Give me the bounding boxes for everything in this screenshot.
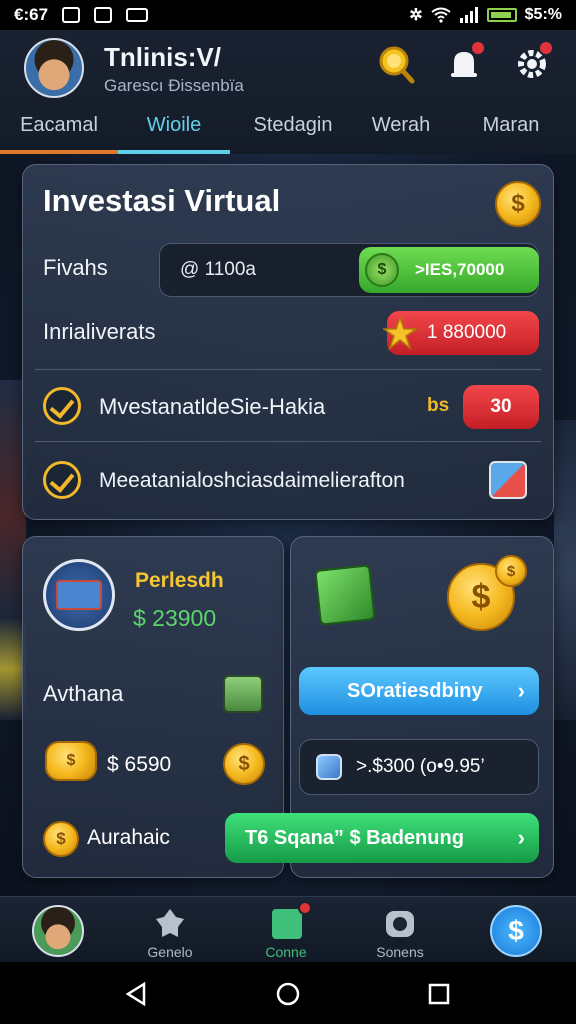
fivahs-balance-badge[interactable]: $ >IES,70000 xyxy=(359,247,539,293)
notification-badge xyxy=(470,40,486,56)
tab-underline xyxy=(0,150,118,154)
tab-werah[interactable]: Werah xyxy=(356,112,446,154)
initial-value: 1 880000 xyxy=(427,322,507,343)
row3-text: MvestanatldeSie-Hakia xyxy=(99,394,326,419)
recents-icon[interactable] xyxy=(428,983,450,1005)
tab-eacamal[interactable]: Eacamal xyxy=(0,112,118,154)
nav-profile[interactable] xyxy=(8,897,108,963)
nav-badge xyxy=(298,901,312,915)
tab-wioile[interactable]: Wioile xyxy=(118,112,230,154)
cash-box-icon xyxy=(223,675,263,713)
perlesdh-amount: $ 23900 xyxy=(133,605,217,631)
nav-conne[interactable]: Conne xyxy=(236,897,336,963)
tab-underline-active xyxy=(118,150,230,154)
nav-label: Genelo xyxy=(147,944,193,960)
coin-stack-icon: $ xyxy=(45,741,97,781)
home-icon[interactable] xyxy=(276,982,300,1006)
aurahaic-label: Aurahaic xyxy=(87,826,170,849)
search-icon xyxy=(379,46,415,84)
avatar xyxy=(32,905,84,957)
bottom-navigation: Genelo Conne Sonens $ xyxy=(0,896,576,962)
media-icon xyxy=(94,7,113,23)
small-coin-icon: $ xyxy=(495,555,527,587)
cube-icon xyxy=(316,754,342,780)
perlesdh-title: Perlesdh xyxy=(135,569,224,592)
tab-label: Maran xyxy=(482,114,540,136)
fivahs-label: Fivahs xyxy=(43,255,108,280)
tab-label: Stedagin xyxy=(253,114,333,136)
dollar-icon: $ xyxy=(490,905,542,957)
top-tabs: Eacamal Wioile Stedagin Werah Maran xyxy=(0,112,576,154)
row-divider xyxy=(35,441,541,442)
status-bar: €:67 ✲ $5:% xyxy=(0,0,576,30)
tab-stedagin[interactable]: Stedagin xyxy=(230,112,356,154)
tab-maran[interactable]: Maran xyxy=(446,112,576,154)
treasure-chest-icon xyxy=(43,559,115,631)
fivahs-badge-value: >IES,70000 xyxy=(415,260,505,279)
money-crate-icon xyxy=(314,564,376,626)
row4-text: Meeatanialoshciasdaimelierafton xyxy=(99,469,405,492)
settings-button[interactable] xyxy=(512,40,554,84)
initial-value-badge[interactable]: 1 880000 xyxy=(383,311,539,355)
dollar-coin-icon: $ xyxy=(365,253,399,287)
search-button[interactable] xyxy=(376,44,416,84)
info-text: >.$300 (o•9.95’ xyxy=(356,756,485,777)
player-subtitle: Garescı Ðissenbïa xyxy=(104,76,244,95)
notification-button[interactable] xyxy=(444,40,486,84)
tab-label: Wioile xyxy=(146,114,202,136)
system-navigation-bar xyxy=(0,962,576,1024)
info-field[interactable]: >.$300 (o•9.95’ xyxy=(299,739,539,795)
battery-icon xyxy=(486,8,517,22)
nav-genelo[interactable]: Genelo xyxy=(120,897,220,963)
coin-icon: $ xyxy=(43,821,79,857)
status-time: €:67 xyxy=(14,5,49,24)
message-icon xyxy=(126,8,149,22)
nav-wallet[interactable]: $ xyxy=(466,897,566,963)
signal-icon xyxy=(459,7,478,23)
coins-value: $ 6590 xyxy=(107,753,172,776)
check-circle-icon[interactable] xyxy=(43,461,81,499)
coin-icon: $ xyxy=(495,181,541,227)
background-building-right xyxy=(554,420,576,720)
coin-icon: $ xyxy=(223,743,265,785)
book-icon xyxy=(272,909,302,939)
leaf-icon xyxy=(156,909,184,937)
battery-percent: $5:% xyxy=(524,6,562,23)
savings-card: $ $ SOratiesdbiny › >.$300 (o•9.95’ T6 S… xyxy=(225,536,554,878)
bluetooth-icon: ✲ xyxy=(409,7,423,24)
settings-badge xyxy=(538,40,554,56)
gift-box-icon xyxy=(489,461,527,499)
row3-value-badge[interactable]: 30 xyxy=(463,385,539,429)
player-name: Tnlinis:V/ xyxy=(104,42,221,72)
initial-label: Inrialiverats xyxy=(43,319,156,344)
camera-icon xyxy=(386,911,414,937)
check-circle-icon[interactable] xyxy=(43,387,81,425)
primary-action-button[interactable]: SOratiesdbiny › xyxy=(299,667,539,715)
notification-icon xyxy=(62,7,81,23)
row-divider xyxy=(35,369,541,370)
nav-label: Sonens xyxy=(376,944,424,960)
primary-button-label: SOratiesdbiny xyxy=(347,679,483,702)
tab-label: Eacamal xyxy=(20,114,98,136)
chevron-right-icon: › xyxy=(517,825,525,850)
row3-tag: bs xyxy=(427,395,450,416)
back-icon[interactable] xyxy=(124,982,148,1006)
nav-label: Conne xyxy=(265,944,307,960)
investasi-title: Investasi Virtual xyxy=(43,183,281,218)
green-button-label: T6 Sqana” $ Badenung xyxy=(245,826,464,849)
star-icon xyxy=(383,316,417,350)
investasi-panel: Investasi Virtual $ Fivahs @ 1100a $ >IE… xyxy=(22,164,554,520)
tab-label: Werah xyxy=(371,114,431,136)
chevron-right-icon: › xyxy=(517,678,525,703)
green-action-button[interactable]: T6 Sqana” $ Badenung › xyxy=(225,813,539,863)
wifi-icon xyxy=(431,7,451,23)
row3-value: 30 xyxy=(490,396,512,417)
nav-sonens[interactable]: Sonens xyxy=(350,897,450,963)
avthana-label: Avthana xyxy=(43,681,124,706)
fivahs-value: @ 1100a xyxy=(180,259,256,280)
avatar[interactable] xyxy=(24,38,84,98)
